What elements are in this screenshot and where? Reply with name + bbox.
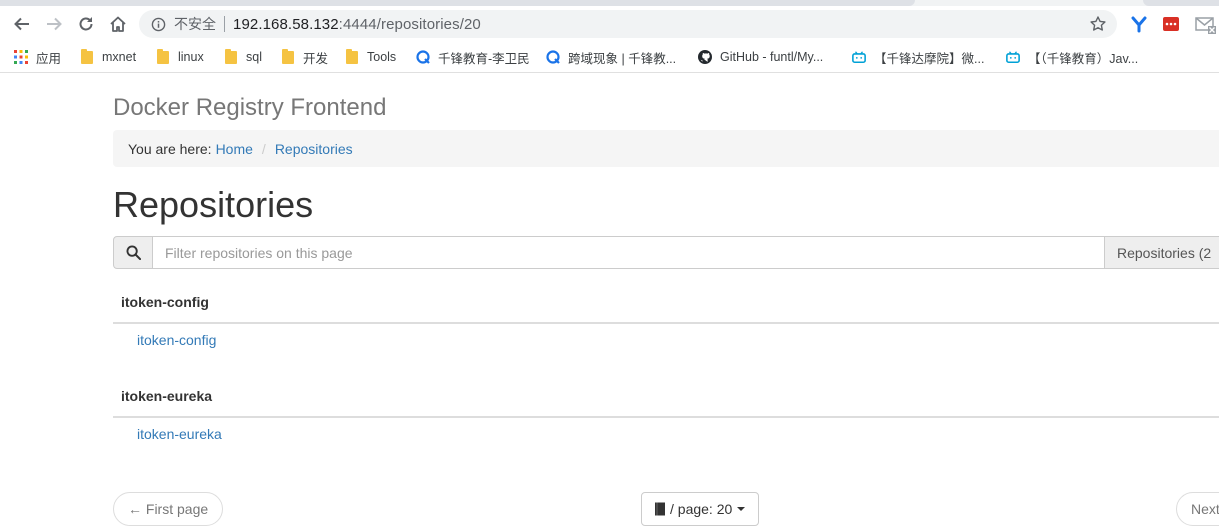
bilibili-icon bbox=[1006, 50, 1020, 64]
bookmark-label: 开发 bbox=[303, 51, 329, 66]
bookmark-bilibili-1[interactable]: 【千锋达摩院】微... bbox=[852, 48, 984, 66]
bookmark-folder-dev[interactable]: 开发 bbox=[281, 48, 328, 66]
breadcrumb-prefix: You are here: bbox=[128, 140, 212, 157]
folder-icon bbox=[224, 48, 238, 64]
bookmark-folder-tools[interactable]: Tools bbox=[345, 48, 396, 66]
bookmark-label: 【千锋达摩院】微... bbox=[874, 51, 985, 66]
repo-group-name: itoken-eureka bbox=[121, 388, 213, 404]
bookmark-folder-mxnet[interactable]: mxnet bbox=[80, 48, 136, 66]
folder-icon bbox=[156, 48, 170, 64]
page-dropdown[interactable]: / page: 20 bbox=[641, 492, 759, 526]
filter-input[interactable] bbox=[153, 236, 1104, 269]
home-icon[interactable] bbox=[102, 8, 134, 40]
bookmark-folder-sql[interactable]: sql bbox=[224, 48, 262, 66]
bookmark-cors[interactable]: 跨域现象 | 千锋教... bbox=[546, 48, 676, 66]
star-icon[interactable] bbox=[1089, 15, 1107, 33]
site-icon bbox=[546, 50, 560, 64]
address-divider bbox=[224, 16, 225, 32]
info-icon[interactable] bbox=[150, 16, 166, 32]
bookmark-label: mxnet bbox=[102, 50, 137, 64]
bilibili-icon bbox=[852, 50, 866, 64]
bookmark-label: Tools bbox=[367, 50, 397, 64]
repo-link[interactable]: itoken-config bbox=[137, 332, 216, 348]
address-bar[interactable]: 不安全 192.168.58.132:4444/repositories/20 bbox=[139, 10, 1117, 38]
next-page-button[interactable]: Next bbox=[1176, 492, 1219, 526]
bookmark-label: GitHub - funtl/My... bbox=[720, 50, 824, 64]
chevron-down-icon bbox=[737, 507, 746, 511]
extension-y-icon[interactable] bbox=[1130, 15, 1148, 33]
url-path: :4444/repositories/20 bbox=[338, 15, 481, 33]
extension-red-icon[interactable] bbox=[1162, 15, 1180, 33]
forward-icon[interactable] bbox=[38, 8, 70, 40]
folder-icon bbox=[281, 48, 295, 64]
book-icon bbox=[654, 502, 666, 516]
apps-grid-icon bbox=[14, 50, 28, 64]
first-page-button[interactable]: ← First page bbox=[113, 492, 223, 526]
page-title: Repositories bbox=[113, 184, 314, 225]
bookmark-github[interactable]: GitHub - funtl/My... bbox=[698, 48, 823, 66]
repository-filter: Repositories (2 bbox=[113, 236, 1219, 269]
bookmark-bilibili-2[interactable]: 【（千锋教育）Jav... bbox=[1006, 48, 1138, 66]
app-brand[interactable]: Docker Registry Frontend bbox=[113, 94, 386, 122]
site-icon bbox=[416, 50, 430, 64]
url-host: 192.168.58.132 bbox=[233, 15, 339, 33]
bookmark-label: linux bbox=[178, 50, 204, 64]
breadcrumb-separator: / bbox=[261, 140, 266, 157]
url-text[interactable]: 192.168.58.132:4444/repositories/20 bbox=[233, 16, 481, 33]
bookmark-label: 跨域现象 | 千锋教... bbox=[568, 51, 677, 66]
folder-icon bbox=[80, 48, 94, 64]
bookmark-qianfeng-lwm[interactable]: 千锋教育-李卫民 bbox=[416, 48, 530, 66]
breadcrumb-home-link[interactable]: Home bbox=[216, 141, 253, 157]
repositories-count: Repositories (2 bbox=[1104, 236, 1219, 269]
breadcrumb-repositories-link[interactable]: Repositories bbox=[275, 141, 353, 157]
bookmark-apps[interactable]: 应用 bbox=[14, 48, 61, 66]
bookmark-label: 千锋教育-李卫民 bbox=[438, 51, 530, 66]
back-icon[interactable] bbox=[6, 8, 38, 40]
search-icon bbox=[113, 236, 153, 269]
bookmark-label: 【（千锋教育）Jav... bbox=[1028, 51, 1139, 66]
repo-group-name: itoken-config bbox=[121, 294, 209, 310]
security-label: 不安全 bbox=[174, 16, 216, 32]
breadcrumb: You are here: Home / Repositories bbox=[113, 130, 1219, 167]
extension-mail-icon[interactable] bbox=[1195, 15, 1216, 34]
folder-icon bbox=[345, 48, 359, 64]
page-label: / page: 20 bbox=[670, 501, 733, 517]
bookmark-label: sql bbox=[246, 50, 262, 64]
browser-toolbar: 不安全 192.168.58.132:4444/repositories/20 bbox=[0, 6, 1219, 42]
repo-link[interactable]: itoken-eureka bbox=[137, 426, 222, 442]
reload-icon[interactable] bbox=[70, 8, 102, 40]
bookmark-folder-linux[interactable]: linux bbox=[156, 48, 204, 66]
repo-group-header: itoken-config bbox=[113, 286, 1219, 324]
repo-group-header: itoken-eureka bbox=[113, 380, 1219, 418]
bookmarks-bar: 应用 mxnet linux sql 开发 Tools 千锋教育-李卫民 跨域现… bbox=[0, 42, 1219, 73]
bookmark-label: 应用 bbox=[36, 51, 62, 66]
github-icon bbox=[698, 50, 712, 64]
